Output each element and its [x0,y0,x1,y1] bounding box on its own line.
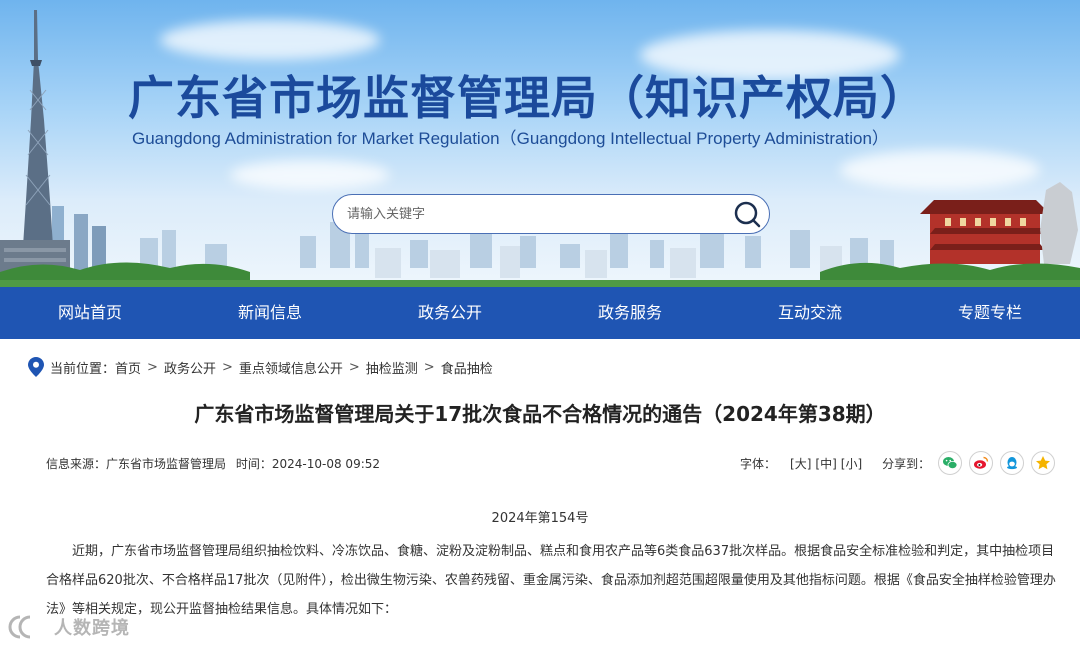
watermark: 人数跨境 [8,612,130,642]
header-banner: 广东省市场监督管理局（知识产权局） Guangdong Administrati… [0,0,1080,287]
share-weibo-button[interactable] [969,451,994,475]
main-nav: 网站首页 新闻信息 政务公开 政务服务 互动交流 专题专栏 [0,287,1080,339]
breadcrumb: 当前位置： 首页 > 政务公开 > 重点领域信息公开 > 抽检监测 > 食品抽检 [28,356,493,378]
source-value: 广东省市场监督管理局 [106,457,227,471]
search-icon[interactable] [733,200,761,228]
time-value: 2024-10-08 09:52 [271,457,381,471]
breadcrumb-separator: > [423,359,435,375]
qq-icon [1007,457,1018,470]
font-size-label: 字体： [740,456,777,471]
site-title: 广东省市场监督管理局（知识产权局） [128,71,927,125]
breadcrumb-separator: > [221,359,233,375]
font-size-small-button[interactable]: [小] [841,455,862,472]
nav-item-special-topics[interactable]: 专题专栏 [900,287,1080,339]
breadcrumb-item-government-affairs[interactable]: 政务公开 [164,358,216,377]
breadcrumb-separator: > [147,359,158,375]
article-tools: 字体： [大] [中] [小] 分享到： [740,450,1062,476]
search-input[interactable] [347,203,717,225]
weibo-icon [974,456,989,469]
qzone-icon [1036,456,1051,470]
article-title: 广东省市场监督管理局关于17批次食品不合格情况的通告（2024年第38期） [194,402,886,426]
font-size-large-button[interactable]: [大] [790,455,811,472]
breadcrumb-prefix: 当前位置： [50,361,116,377]
nav-item-government-affairs[interactable]: 政务公开 [360,287,540,339]
search-box [332,194,770,234]
time-label: 时间： [235,457,272,471]
wechat-icon [943,457,958,469]
share-wechat-button[interactable] [938,451,963,475]
watermark-text: 人数跨境 [54,618,130,639]
share-qq-button[interactable] [1000,451,1025,475]
watermark-logo-icon [8,615,31,639]
breadcrumb-item-food-inspection[interactable]: 食品抽检 [441,358,493,377]
breadcrumb-item-home[interactable]: 首页 [115,358,141,377]
article-paragraph: 近期，广东省市场监督管理局组织抽检饮料、冷冻饮品、食糖、淀粉及淀粉制品、糕点和食… [46,544,1056,617]
font-size-medium-button[interactable]: [中] [815,455,836,472]
nav-item-government-services[interactable]: 政务服务 [540,287,720,339]
nav-item-home[interactable]: 网站首页 [0,287,180,339]
breadcrumb-item-inspection[interactable]: 抽检监测 [366,358,418,377]
article-meta: 信息来源：广东省市场监督管理局 时间：2024-10-08 09:52 [46,455,380,472]
breadcrumb-item-key-areas[interactable]: 重点领域信息公开 [239,358,343,377]
site-subtitle: Guangdong Administration for Market Regu… [132,129,889,148]
nav-item-news[interactable]: 新闻信息 [180,287,360,339]
nav-item-interaction[interactable]: 互动交流 [720,287,900,339]
share-qzone-button[interactable] [1031,451,1056,475]
source-label: 信息来源： [46,457,107,471]
breadcrumb-separator: > [348,359,360,375]
share-label: 分享到： [882,456,931,471]
location-pin-icon [28,357,44,377]
document-number: 2024年第154号 [491,511,589,526]
